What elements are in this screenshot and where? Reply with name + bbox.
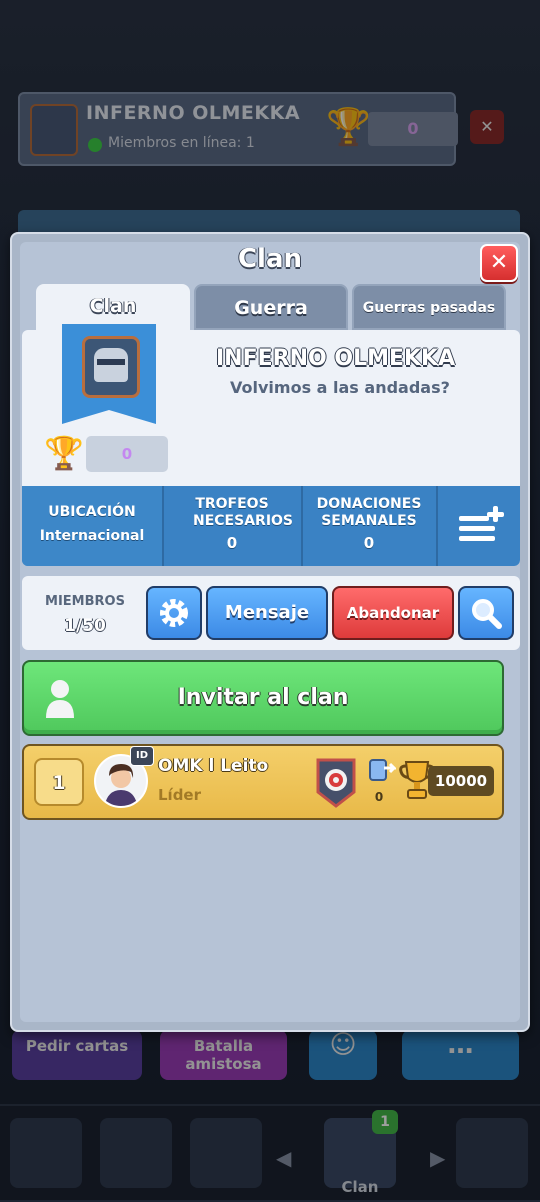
clan-trophy-count: 0 <box>86 436 168 472</box>
invite-label: Invitar al clan <box>177 685 349 710</box>
member-row[interactable]: 1 ID OMK l Leito Líder 0 10000 <box>22 744 504 820</box>
tab-war[interactable]: Guerra <box>194 284 348 330</box>
member-trophies: 10000 <box>428 766 494 796</box>
stat-weekly-donations-value: 0 <box>363 534 375 552</box>
clan-trophy-icon: 🏆 <box>44 434 84 472</box>
stat-location: UBICACIÓN Internacional <box>22 486 162 566</box>
clan-stats-bar: UBICACIÓN Internacional TROFEOS NECESARI… <box>22 486 520 566</box>
stat-location-label: UBICACIÓN <box>48 504 136 520</box>
stat-location-value: Internacional <box>39 528 145 544</box>
close-icon: ✕ <box>489 250 509 275</box>
gear-icon <box>160 599 188 627</box>
clan-name: INFERNO OLMEKKA <box>216 346 456 371</box>
id-badge: ID <box>130 746 154 766</box>
search-button[interactable] <box>458 586 514 640</box>
invite-button[interactable]: Invitar al clan <box>22 660 504 736</box>
arena-icon <box>316 758 356 808</box>
list-add-icon <box>459 506 504 541</box>
close-button[interactable]: ✕ <box>480 244 518 282</box>
clan-badge-icon <box>82 336 140 398</box>
tab-past-wars[interactable]: Guerras pasadas <box>352 284 506 330</box>
clan-description: Volvimos a las andadas? <box>230 378 450 397</box>
stat-required-trophies: TROFEOS NECESARIOS 0 <box>163 486 301 566</box>
member-name: OMK l Leito <box>158 756 269 776</box>
members-count: 1/50 <box>64 616 106 636</box>
settings-button[interactable] <box>146 586 202 640</box>
modal-title: Clan <box>237 244 303 274</box>
card-exchange-icon <box>369 759 396 781</box>
member-donations: 0 <box>374 790 384 804</box>
leave-button[interactable]: Abandonar <box>332 586 454 640</box>
members-toolbar: MIEMBROS 1/50 Mensaje Abandonar <box>22 576 520 650</box>
members-label: MIEMBROS <box>45 594 125 609</box>
member-rank: 1 <box>34 758 84 806</box>
stat-required-trophies-value: 0 <box>226 534 238 552</box>
clan-info-card: INFERNO OLMEKKA Volvimos a las andadas? … <box>22 324 520 566</box>
member-role: Líder <box>158 786 202 804</box>
clan-modal: Clan ✕ Clan Guerra Guerras pasadas INFER… <box>10 232 530 1032</box>
search-icon <box>472 599 502 629</box>
stat-weekly-donations: DONACIONES SEMANALES 0 <box>302 486 436 566</box>
message-button[interactable]: Mensaje <box>206 586 328 640</box>
stat-weekly-donations-label: DONACIONES SEMANALES <box>316 496 422 529</box>
more-info-button[interactable] <box>437 486 520 566</box>
stat-required-trophies-label: TROFEOS NECESARIOS <box>193 496 294 529</box>
